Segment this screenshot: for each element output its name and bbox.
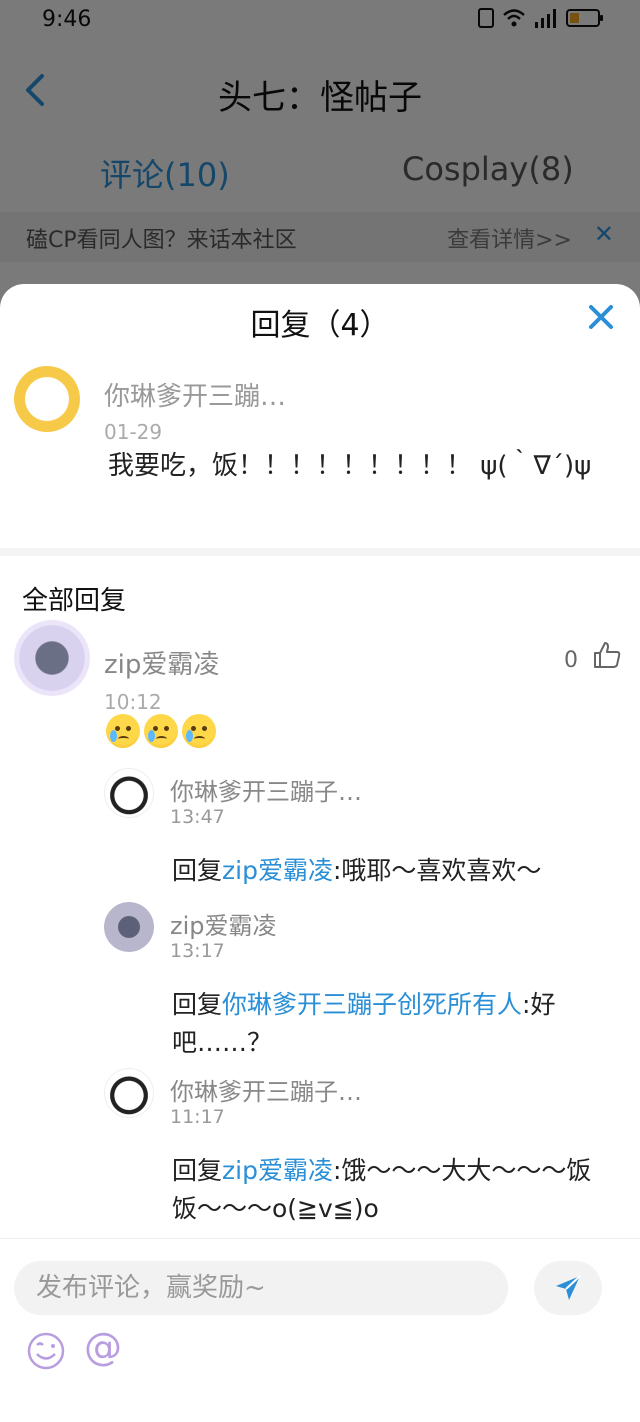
send-button[interactable] — [534, 1261, 602, 1315]
sub-reply-content: 回复你琳爹开三蹦子创死所有人:好吧……？ — [172, 986, 612, 1062]
crying-emoji-icon — [106, 714, 140, 748]
comment-author[interactable]: 你琳爹开三蹦… — [104, 376, 286, 413]
reply-sheet: 回复（4） 你琳爹开三蹦… 01-29 我要吃，饭！！！！！！！！！ ψ(｀∇´… — [0, 284, 640, 1422]
all-replies-heading: 全部回复 — [22, 586, 127, 616]
like-count: 0 — [564, 648, 578, 673]
sub-reply-content: 回复zip爱霸凌:哦耶～喜欢喜欢～ — [172, 852, 612, 890]
reply-time: 10:12 — [104, 690, 162, 710]
comment-content: 我要吃，饭！！！！！！！！！ ψ(｀∇´)ψ — [108, 451, 592, 481]
reply-text: :哦耶～喜欢喜欢～ — [332, 856, 542, 885]
sub-reply-author[interactable]: zip爱霸凌 — [170, 906, 277, 941]
sub-reply-author[interactable]: 你琳爹开三蹦子… — [170, 772, 362, 807]
reply-prefix: 回复 — [172, 856, 223, 885]
sub-reply-time: 11:17 — [170, 1106, 225, 1128]
sheet-header: 回复（4） — [0, 284, 640, 356]
avatar[interactable] — [14, 366, 80, 432]
mention-link[interactable]: 你琳爹开三蹦子创死所有人 — [222, 990, 522, 1019]
thumbs-up-icon[interactable] — [592, 640, 622, 670]
mention-link[interactable]: zip爱霸凌 — [222, 1156, 333, 1185]
reply-prefix: 回复 — [172, 990, 223, 1019]
sheet-title: 回复（4） — [250, 308, 390, 343]
reply-item: zip爱霸凌 10:12 0 — [0, 620, 640, 756]
reply-emoji-row — [106, 714, 216, 748]
section-divider — [0, 548, 640, 556]
crying-emoji-icon — [144, 714, 178, 748]
mention-at-button[interactable]: @ — [84, 1327, 122, 1367]
avatar[interactable] — [104, 768, 154, 818]
crying-emoji-icon — [182, 714, 216, 748]
comment-input[interactable] — [14, 1261, 508, 1315]
sub-reply-content: 回复zip爱霸凌:饿～～～大大～～～饭饭～～～o(≧v≦)o — [172, 1152, 612, 1228]
sub-reply-time: 13:17 — [170, 940, 225, 962]
comment-input-bar: @ — [0, 1238, 640, 1422]
sub-reply-time: 13:47 — [170, 806, 225, 828]
sub-reply-author[interactable]: 你琳爹开三蹦子… — [170, 1072, 362, 1107]
reply-prefix: 回复 — [172, 1156, 223, 1185]
close-icon[interactable] — [586, 302, 616, 332]
emoji-picker-icon[interactable] — [26, 1331, 66, 1371]
main-comment: 你琳爹开三蹦… 01-29 我要吃，饭！！！！！！！！！ ψ(｀∇´)ψ — [0, 356, 640, 548]
mention-link[interactable]: zip爱霸凌 — [222, 856, 333, 885]
avatar[interactable] — [104, 902, 154, 952]
avatar[interactable] — [104, 1068, 154, 1118]
comment-time: 01-29 — [104, 420, 163, 440]
avatar[interactable] — [14, 620, 90, 696]
reply-author[interactable]: zip爱霸凌 — [104, 644, 219, 681]
